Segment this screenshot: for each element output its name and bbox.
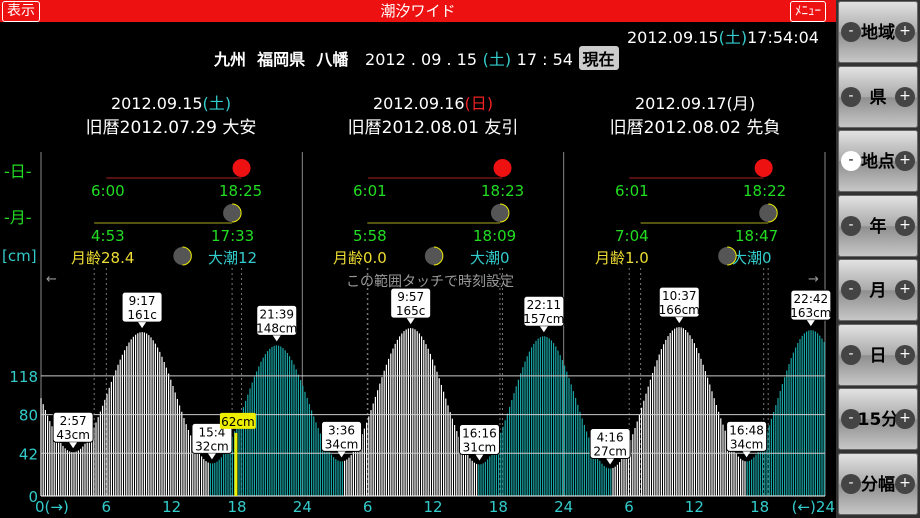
current-level-label: 62cm [221, 415, 255, 429]
side-button-1[interactable]: - 県 + [838, 65, 918, 128]
plus-icon[interactable]: + [895, 22, 915, 42]
x-tick-label: 18 [227, 498, 246, 516]
x-tick-label: 24 [554, 498, 573, 516]
extremum-value: 31cm [463, 440, 497, 454]
extremum-pointer [806, 320, 815, 327]
extremum-pointer [337, 451, 346, 458]
tide-chart[interactable]: 042801180(→) 6 12 18 24 6 12 18 24 6 12 18 (←)242:57… [0, 0, 836, 518]
plus-icon[interactable]: + [895, 473, 915, 494]
x-tick-label: 0(→) [35, 498, 69, 516]
extremum-pointer [406, 318, 415, 325]
x-tick-label: (←)24 [792, 498, 835, 516]
extremum-time: 16:16 [462, 426, 497, 440]
plus-icon[interactable]: + [895, 151, 915, 171]
y-tick-label: 42 [19, 445, 38, 463]
extremum-time: 3:36 [328, 423, 355, 437]
extremum-value: 165c [396, 304, 426, 318]
y-tick-label: 80 [19, 407, 38, 425]
y-tick-label: 118 [9, 368, 38, 386]
tide-extremum-label: 21:39148cm [256, 304, 297, 342]
tide-extremum-label: 10:37166cm [659, 286, 700, 324]
side-button-4[interactable]: - 月 + [838, 259, 918, 321]
extremum-pointer [207, 453, 216, 460]
extremum-value: 166cm [659, 303, 700, 317]
x-tick-label: 18 [489, 498, 508, 516]
side-button-6[interactable]: - 15分 + [838, 388, 918, 450]
extremum-value: 157cm [523, 312, 564, 326]
sun-icon [754, 159, 773, 177]
plus-icon[interactable]: + [895, 344, 915, 365]
x-tick-label: 18 [750, 498, 769, 516]
sun-icon [232, 159, 251, 177]
plus-icon[interactable]: + [895, 280, 915, 300]
extremum-time: 9:17 [129, 294, 156, 308]
extremum-pointer [272, 335, 281, 342]
extremum-pointer [138, 322, 147, 329]
x-tick-label: 6 [102, 498, 112, 516]
extremum-value: 34cm [730, 437, 764, 451]
tide-extremum-label: 22:11157cm [523, 295, 564, 333]
x-tick-label: 12 [685, 498, 704, 516]
plus-icon[interactable]: + [895, 215, 915, 236]
side-button-2[interactable]: - 地点 + [838, 130, 918, 192]
extremum-pointer [606, 458, 615, 465]
extremum-time: 22:11 [527, 298, 562, 312]
tide-extremum-label: 9:57165c [390, 287, 432, 325]
extremum-time: 2:57 [60, 414, 87, 428]
side-button-5[interactable]: - 日 + [838, 323, 918, 386]
tide-extremum-label: 9:17161c [121, 291, 163, 329]
extremum-pointer [69, 442, 78, 449]
extremum-value: 43cm [56, 428, 90, 442]
extremum-value: 163cm [790, 306, 831, 320]
x-tick-label: 12 [423, 498, 442, 516]
side-button-0[interactable]: - 地域 + [838, 1, 918, 63]
extremum-value: 148cm [256, 321, 297, 335]
extremum-value: 27cm [593, 445, 627, 459]
plus-icon[interactable]: + [895, 86, 915, 107]
x-tick-label: 12 [162, 498, 181, 516]
extremum-pointer [675, 317, 684, 324]
extremum-value: 32cm [195, 439, 229, 453]
extremum-value: 34cm [325, 437, 359, 451]
x-tick-label: 24 [293, 498, 312, 516]
extremum-time: 4:16 [597, 431, 624, 445]
extremum-time: 10:37 [662, 289, 697, 303]
extremum-time: 21:39 [259, 307, 294, 321]
x-tick-label: 6 [624, 498, 634, 516]
x-tick-label: 6 [363, 498, 373, 516]
extremum-time: 9:57 [397, 290, 424, 304]
plus-icon[interactable]: + [895, 409, 915, 429]
side-button-7[interactable]: - 分幅 + [838, 452, 918, 515]
extremum-pointer [742, 451, 751, 458]
extremum-time: 22:42 [794, 292, 829, 306]
side-button-3[interactable]: - 年 + [838, 194, 918, 257]
extremum-value: 161c [127, 308, 157, 322]
extremum-pointer [539, 326, 548, 333]
sun-icon [493, 159, 512, 177]
extremum-pointer [475, 454, 484, 461]
extremum-time: 16:48 [729, 423, 764, 437]
